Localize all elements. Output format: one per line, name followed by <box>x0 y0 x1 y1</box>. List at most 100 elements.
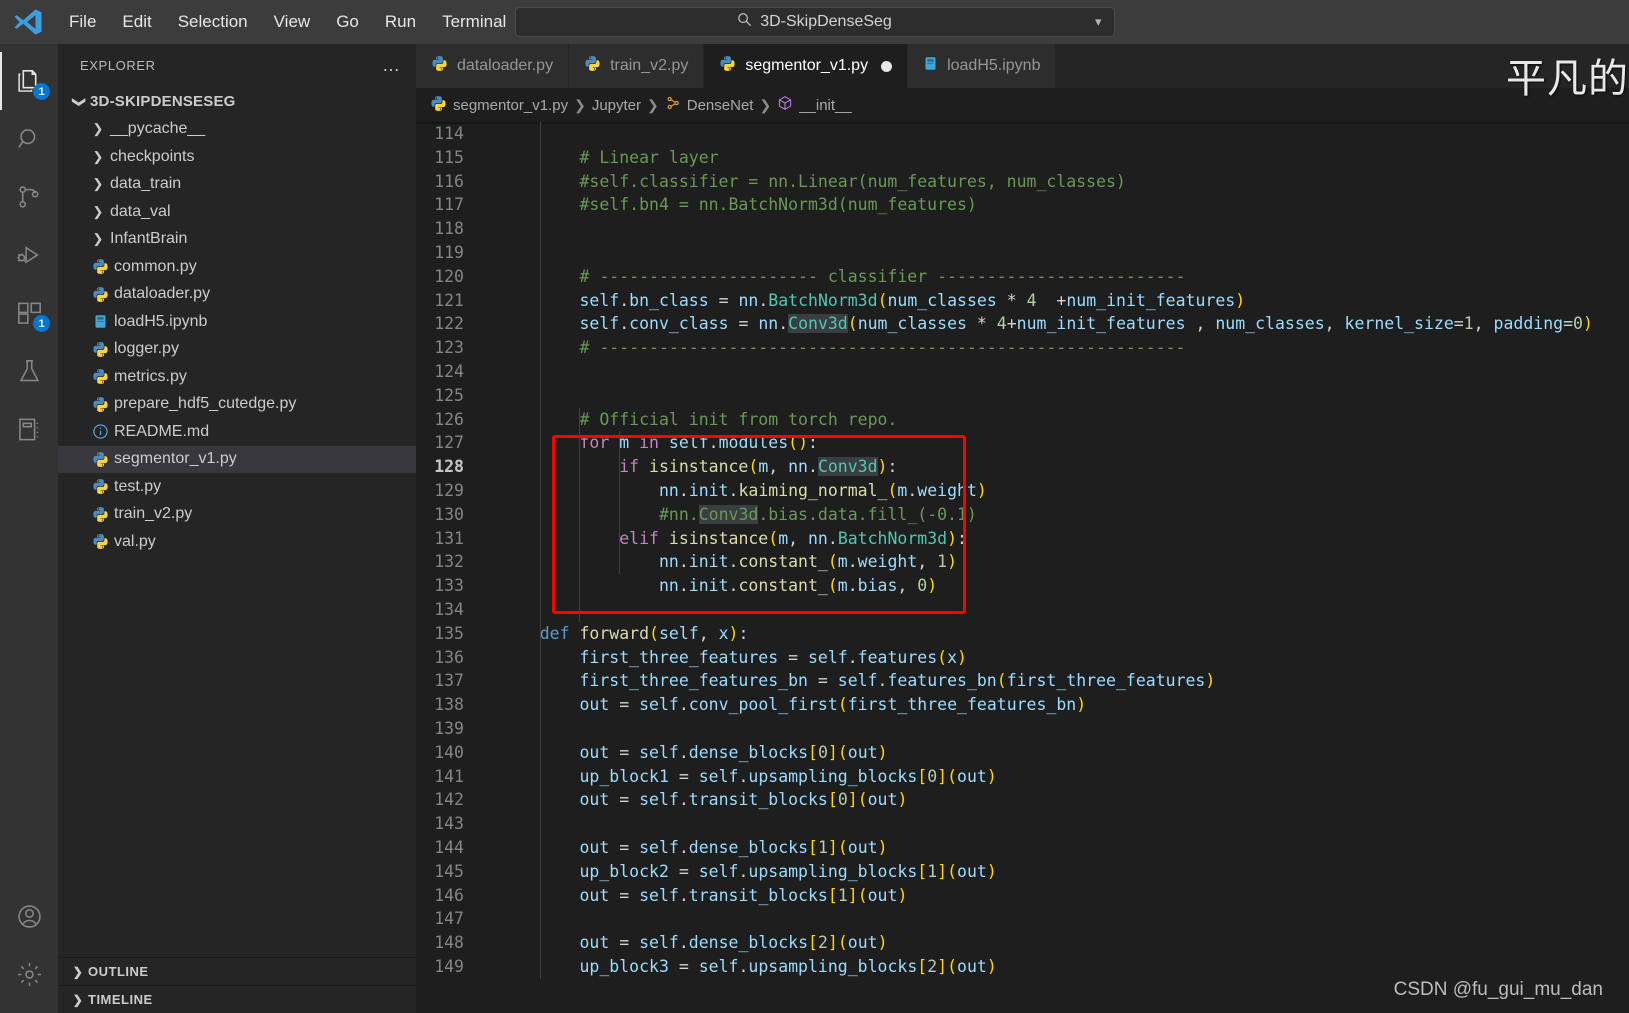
breadcrumb-item-segmentor-v1-py[interactable]: segmentor_v1.py <box>430 95 568 116</box>
code-line[interactable]: if isinstance(m, nn.Conv3d): <box>500 455 1629 479</box>
tree-item-logger-py[interactable]: logger.py <box>58 336 416 364</box>
tree-item-readme-md[interactable]: README.md <box>58 418 416 446</box>
breadcrumb-item-densenet[interactable]: DenseNet <box>665 95 753 115</box>
code-content[interactable]: # Linear layer #self.classifier = nn.Lin… <box>500 122 1629 1013</box>
activitybar-item-source-control[interactable] <box>0 168 58 226</box>
breadcrumb-item--init-[interactable]: __init__ <box>777 95 852 115</box>
chevron-down-icon[interactable]: ▾ <box>1095 14 1102 30</box>
code-token: . <box>619 314 630 334</box>
panel-outline-label: OUTLINE <box>88 964 149 979</box>
code-line[interactable]: elif isinstance(m, nn.BatchNorm3d): <box>500 527 1629 551</box>
menu-item-run[interactable]: Run <box>372 8 429 36</box>
tree-item-checkpoints[interactable]: ❯ checkpoints <box>58 143 416 171</box>
activitybar-item-run-debug[interactable] <box>0 226 58 284</box>
menu-item-go[interactable]: Go <box>323 8 372 36</box>
code-line[interactable]: #nn.Conv3d.bias.data.fill_(-0.1) <box>500 503 1629 527</box>
code-line[interactable]: nn.init.constant_(m.bias, 0) <box>500 574 1629 598</box>
menu-item-terminal[interactable]: Terminal <box>429 8 519 36</box>
code-line[interactable]: def forward(self, x): <box>500 622 1629 646</box>
tree-item-infantbrain[interactable]: ❯ InfantBrain <box>58 226 416 254</box>
code-line[interactable]: up_block3 = self.upsampling_blocks[2](ou… <box>500 955 1629 979</box>
code-token: ) <box>927 576 938 596</box>
code-line[interactable]: for m in self.modules(): <box>500 431 1629 455</box>
editor-tabs[interactable]: dataloader.py train_v2.py segmentor_v1.p… <box>416 44 1629 88</box>
code-line[interactable]: out = self.dense_blocks[1](out) <box>500 836 1629 860</box>
code-editor[interactable]: 114 115 116 117 118 119 120 121 122 123 124 125 126 1… <box>416 122 1629 1013</box>
file-tree[interactable]: ❮ 3D-SKIPDENSESEG ❯ __pycache__ ❯ checkpoints… <box>58 86 416 957</box>
tab-dataloader-py[interactable]: dataloader.py <box>416 44 570 88</box>
activitybar-item-accounts[interactable] <box>0 887 58 945</box>
tree-item-train-v2-py[interactable]: train_v2.py <box>58 501 416 529</box>
code-line[interactable] <box>500 598 1629 622</box>
code-line[interactable]: first_three_features_bn = self.features_… <box>500 669 1629 693</box>
code-line[interactable]: nn.init.constant_(m.weight, 1) <box>500 550 1629 574</box>
code-token: . <box>778 314 789 334</box>
code-line[interactable]: self.conv_class = nn.Conv3d(num_classes … <box>500 312 1629 336</box>
menu-item-view[interactable]: View <box>261 8 324 36</box>
code-line[interactable]: self.bn_class = nn.BatchNorm3d(num_class… <box>500 289 1629 313</box>
code-line[interactable]: up_block1 = self.upsampling_blocks[0](ou… <box>500 765 1629 789</box>
activitybar-item-extensions[interactable]: 1 <box>0 284 58 342</box>
tab-train-v2-py[interactable]: train_v2.py <box>569 44 705 88</box>
tree-item-val-py[interactable]: val.py <box>58 528 416 556</box>
breadcrumb-item-jupyter[interactable]: Jupyter <box>592 97 641 114</box>
code-line[interactable] <box>500 241 1629 265</box>
code-line[interactable]: # --------------------------------------… <box>500 336 1629 360</box>
code-line[interactable]: out = self.transit_blocks[1](out) <box>500 884 1629 908</box>
code-line[interactable]: out = self.transit_blocks[0](out) <box>500 788 1629 812</box>
activitybar-item-settings[interactable] <box>0 945 58 1003</box>
tree-item-data-train[interactable]: ❯ data_train <box>58 171 416 199</box>
code-line[interactable]: #self.bn4 = nn.BatchNorm3d(num_features) <box>500 193 1629 217</box>
menu-item-selection[interactable]: Selection <box>165 8 261 36</box>
quick-input-search[interactable]: 3D-SkipDenseSeg ▾ <box>514 7 1115 37</box>
code-line[interactable] <box>500 384 1629 408</box>
tree-item-segmentor-v1-py[interactable]: segmentor_v1.py <box>58 445 416 473</box>
code-line[interactable]: first_three_features = self.features(x) <box>500 646 1629 670</box>
tree-item-metrics-py[interactable]: metrics.py <box>58 363 416 391</box>
tree-root-folder[interactable]: ❮ 3D-SKIPDENSESEG <box>58 88 416 116</box>
code-line[interactable]: # Linear layer <box>500 146 1629 170</box>
code-line[interactable] <box>500 122 1629 146</box>
tree-item-test-py[interactable]: test.py <box>58 473 416 501</box>
code-line[interactable] <box>500 360 1629 384</box>
tree-item-prepare-hdf5-cutedge-py[interactable]: prepare_hdf5_cutedge.py <box>58 391 416 419</box>
tree-item--pycache-[interactable]: ❯ __pycache__ <box>58 116 416 144</box>
activitybar-item-explorer[interactable]: 1 <box>0 52 58 110</box>
code-token: . <box>847 647 858 667</box>
code-token: upsampling_blocks <box>748 956 918 976</box>
code-line[interactable]: out = self.dense_blocks[2](out) <box>500 931 1629 955</box>
tab-segmentor-v1-py[interactable]: segmentor_v1.py <box>704 44 909 88</box>
breadcrumb[interactable]: segmentor_v1.py ❯ Jupyter ❯ DenseNet ❯ __ini… <box>416 88 1629 122</box>
code-line[interactable]: out = self.conv_pool_first(first_three_f… <box>500 693 1629 717</box>
code-line[interactable]: #self.classifier = nn.Linear(num_feature… <box>500 170 1629 194</box>
activitybar-item-testing[interactable] <box>0 342 58 400</box>
tree-item-dataloader-py[interactable]: dataloader.py <box>58 281 416 309</box>
tree-item-loadh5-ipynb[interactable]: loadH5.ipynb <box>58 308 416 336</box>
menu-bar[interactable]: File Edit Selection View Go Run Terminal… <box>56 8 580 36</box>
code-line[interactable] <box>500 717 1629 741</box>
code-token: m <box>837 552 848 572</box>
code-line[interactable] <box>500 907 1629 931</box>
tree-item-common-py[interactable]: common.py <box>58 253 416 281</box>
activitybar-item-notebook[interactable] <box>0 400 58 458</box>
code-token: ) <box>986 766 997 786</box>
code-line[interactable] <box>500 217 1629 241</box>
panel-outline[interactable]: ❯ OUTLINE <box>58 957 416 985</box>
menu-item-file[interactable]: File <box>56 8 109 36</box>
more-actions-icon[interactable]: … <box>382 55 402 76</box>
fold-column[interactable] <box>478 122 500 1013</box>
panel-timeline[interactable]: ❯ TIMELINE <box>58 985 416 1013</box>
code-line[interactable]: # Official init from torch repo. <box>500 408 1629 432</box>
code-line[interactable]: up_block2 = self.upsampling_blocks[1](ou… <box>500 860 1629 884</box>
code-token: = <box>609 885 640 905</box>
tab-loadh5-ipynb[interactable]: loadH5.ipynb <box>908 44 1057 88</box>
code-line[interactable]: # ---------------------- classifier ----… <box>500 265 1629 289</box>
tree-item-data-val[interactable]: ❯ data_val <box>58 198 416 226</box>
title-bar: File Edit Selection View Go Run Terminal… <box>0 0 1629 44</box>
tab-dirty-indicator[interactable] <box>881 60 893 72</box>
activitybar-item-search[interactable] <box>0 110 58 168</box>
code-line[interactable] <box>500 812 1629 836</box>
code-line[interactable]: out = self.dense_blocks[0](out) <box>500 741 1629 765</box>
menu-item-edit[interactable]: Edit <box>109 8 164 36</box>
code-line[interactable]: nn.init.kaiming_normal_(m.weight) <box>500 479 1629 503</box>
